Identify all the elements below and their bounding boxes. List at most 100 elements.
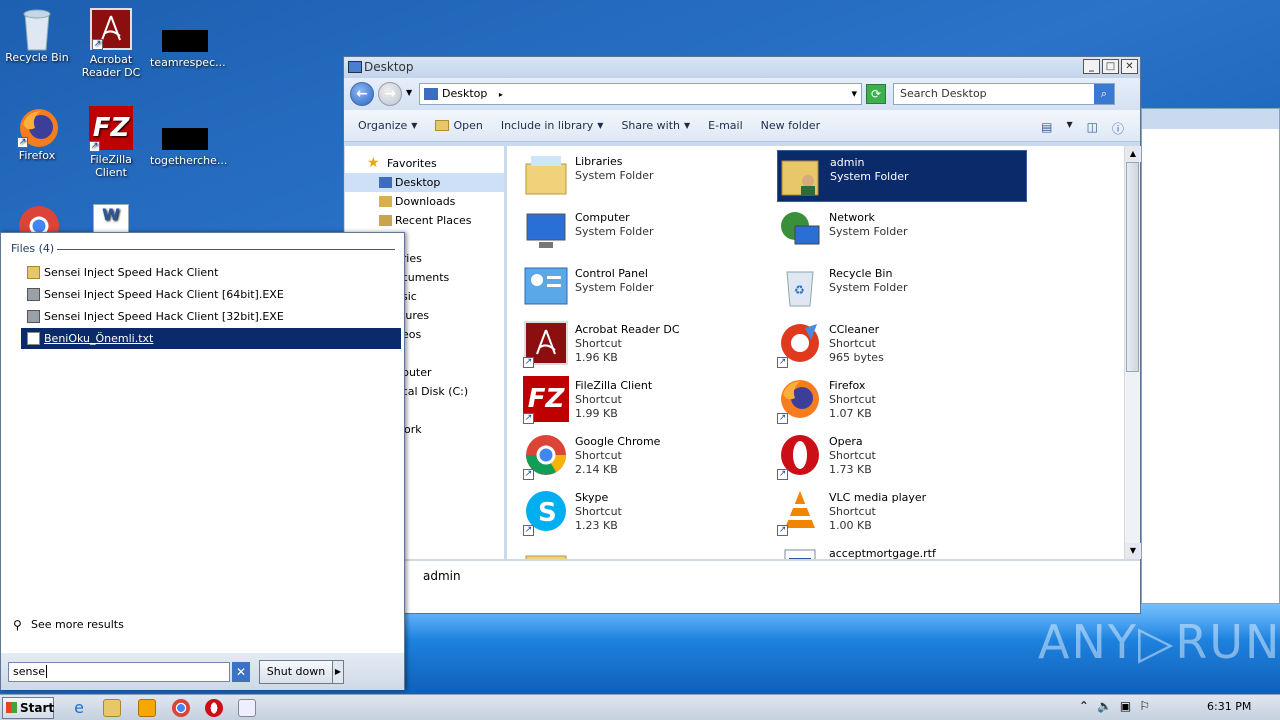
clear-search-icon[interactable]: ✕ (232, 662, 250, 682)
scrollbar-thumb[interactable] (1126, 162, 1139, 372)
minimize-button[interactable]: _ (1083, 59, 1100, 74)
chrome-taskbar-icon[interactable] (172, 699, 190, 717)
refresh-button[interactable]: ⟳ (866, 84, 886, 104)
shortcut-arrow-icon: ↗ (89, 141, 100, 152)
file-item-acceptmortgage[interactable]: acceptmortgage.rtf (777, 542, 1027, 559)
maximize-button[interactable]: □ (1102, 59, 1119, 74)
results-group-header[interactable]: Files (4) (11, 242, 54, 255)
shortcut-arrow-icon: ↗ (777, 357, 788, 368)
file-item-libraries[interactable]: Libraries System Folder (523, 150, 773, 202)
recent-pages-dropdown[interactable]: ▼ (406, 88, 412, 97)
search-placeholder: Search Desktop (900, 87, 987, 100)
address-bar[interactable]: Desktop ▸ ▾ (419, 83, 862, 105)
network-tray-icon[interactable]: ▣ (1120, 699, 1131, 713)
firefox-icon: ↗ (777, 376, 823, 424)
action-center-flag-icon[interactable]: ⚐ (1139, 699, 1150, 713)
scroll-up-icon[interactable]: ▲ (1125, 146, 1141, 162)
desktop-icon-recycle-bin[interactable]: Recycle Bin (2, 8, 72, 64)
file-item-ccleaner[interactable]: ↗ CCleaner Shortcut 965 bytes (777, 318, 1027, 370)
tray-expand-icon[interactable]: ⌃ (1079, 699, 1089, 713)
details-pane: admin (345, 560, 1140, 613)
start-search-input[interactable]: sense (8, 662, 230, 682)
start-button[interactable]: Start (2, 697, 54, 719)
nav-favorites[interactable]: ★ Favorites (345, 154, 504, 173)
downloads-icon (379, 196, 392, 207)
chevron-down-icon: ▼ (411, 121, 418, 130)
file-item-computer[interactable]: Computer System Folder (523, 206, 773, 258)
file-item-control-panel[interactable]: Control Panel System Folder (523, 262, 773, 314)
desktop-icon-filezilla[interactable]: FZ ↗ FileZilla Client (76, 106, 146, 179)
recent-places-icon (379, 215, 392, 226)
file-item-recycle-bin[interactable]: ♻ Recycle Bin System Folder (777, 262, 1027, 314)
file-item-acrobat[interactable]: ↗ Acrobat Reader DC Shortcut 1.96 KB (523, 318, 773, 370)
scroll-down-icon[interactable]: ▼ (1125, 543, 1141, 559)
magnifier-icon: ⚲ (13, 618, 22, 632)
share-with-button[interactable]: Share with ▼ (621, 119, 690, 132)
shut-down-button[interactable]: Shut down (259, 660, 333, 684)
address-row: ← → ▼ Desktop ▸ ▾ ⟳ Search Desktop ⌕ (344, 78, 1140, 110)
desktop-icon-togetherche[interactable]: togetherche... (150, 106, 227, 167)
search-result-item[interactable]: Sensei Inject Speed Hack Client (21, 262, 401, 283)
internet-explorer-icon[interactable]: e (70, 699, 88, 717)
preview-pane-icon[interactable]: ◫ (1087, 120, 1098, 137)
shortcut-arrow-icon: ↗ (523, 469, 534, 480)
background-window[interactable] (1141, 108, 1280, 604)
vlc-icon: ↗ (777, 488, 823, 536)
view-dropdown-icon[interactable]: ▼ (1066, 120, 1072, 137)
desktop-icon-label: FileZilla Client (90, 153, 132, 179)
search-input[interactable]: Search Desktop ⌕ (893, 83, 1115, 105)
file-item-admin[interactable]: admin System Folder (777, 150, 1027, 202)
file-item-opera[interactable]: ↗ Opera Shortcut 1.73 KB (777, 430, 1027, 482)
file-list-scrollbar[interactable]: ▲ ▼ (1124, 146, 1141, 559)
nav-downloads[interactable]: Downloads (345, 192, 504, 211)
media-player-icon[interactable] (138, 699, 156, 717)
forward-button[interactable]: → (378, 82, 402, 106)
file-item-vlc[interactable]: ↗ VLC media player Shortcut 1.00 KB (777, 486, 1027, 538)
filezilla-icon: FZ ↗ (89, 106, 133, 152)
breadcrumb-chevron-icon[interactable]: ▸ (499, 90, 503, 99)
file-item-firefox[interactable]: ↗ Firefox Shortcut 1.07 KB (777, 374, 1027, 426)
back-button[interactable]: ← (350, 82, 374, 106)
desktop-icon-acrobat[interactable]: ↗ Acrobat Reader DC (76, 8, 146, 79)
file-item-network[interactable]: Network System Folder (777, 206, 1027, 258)
computer-icon (523, 208, 569, 254)
taskbar: Start e ⌃ 🔈 ▣ ⚐ 6:31 PM (0, 694, 1280, 720)
shutdown-options-arrow-icon[interactable]: ▶ (332, 660, 344, 684)
exe-icon (27, 288, 40, 301)
email-button[interactable]: E-mail (708, 119, 743, 132)
star-icon: ★ (367, 155, 380, 171)
change-view-icon[interactable]: ▤ (1041, 120, 1052, 137)
libraries-icon (523, 152, 569, 198)
explorer-window[interactable]: Desktop _ □ ✕ ← → ▼ Desktop ▸ ▾ ⟳ Search… (343, 56, 1141, 614)
search-result-item-selected[interactable]: BeniOku_Önemli.txt (21, 328, 401, 349)
opera-icon: ↗ (777, 432, 823, 480)
file-item-filezilla[interactable]: FZ ↗ FileZilla Client Shortcut 1.99 KB (523, 374, 773, 426)
clock[interactable]: 6:31 PM (1207, 700, 1251, 713)
search-icon[interactable]: ⌕ (1094, 84, 1114, 104)
file-item-chrome[interactable]: ↗ Google Chrome Shortcut 2.14 KB (523, 430, 773, 482)
explorer-titlebar[interactable]: Desktop _ □ ✕ (344, 57, 1140, 78)
explorer-taskbar-icon[interactable] (103, 699, 121, 717)
desktop-icon-teamrespec[interactable]: teamrespec... (150, 8, 226, 69)
new-folder-button[interactable]: New folder (761, 119, 820, 132)
search-result-item[interactable]: Sensei Inject Speed Hack Client [32bit].… (21, 306, 401, 327)
exe-icon (27, 310, 40, 323)
notepad-taskbar-icon[interactable] (238, 699, 256, 717)
volume-icon[interactable]: 🔈 (1097, 699, 1112, 713)
desktop-icon-firefox[interactable]: ↗ Firefox (2, 106, 72, 162)
file-item-skype[interactable]: S ↗ Skype Shortcut 1.23 KB (523, 486, 773, 538)
nav-desktop[interactable]: Desktop (345, 173, 504, 192)
user-folder-icon (778, 153, 824, 199)
organize-button[interactable]: Organize ▼ (358, 119, 417, 132)
include-in-library-button[interactable]: Include in library ▼ (501, 119, 604, 132)
address-dropdown-icon[interactable]: ▾ (851, 84, 857, 104)
opera-taskbar-icon[interactable] (205, 699, 223, 717)
file-item-partial-folder[interactable] (523, 542, 773, 559)
shortcut-arrow-icon: ↗ (523, 357, 534, 368)
see-more-results-link[interactable]: ⚲ See more results (13, 618, 124, 632)
help-icon[interactable]: ⓘ (1112, 120, 1124, 137)
search-result-item[interactable]: Sensei Inject Speed Hack Client [64bit].… (21, 284, 401, 305)
close-button[interactable]: ✕ (1121, 59, 1138, 74)
nav-recent-places[interactable]: Recent Places (345, 211, 504, 230)
open-button[interactable]: Open (435, 119, 483, 132)
